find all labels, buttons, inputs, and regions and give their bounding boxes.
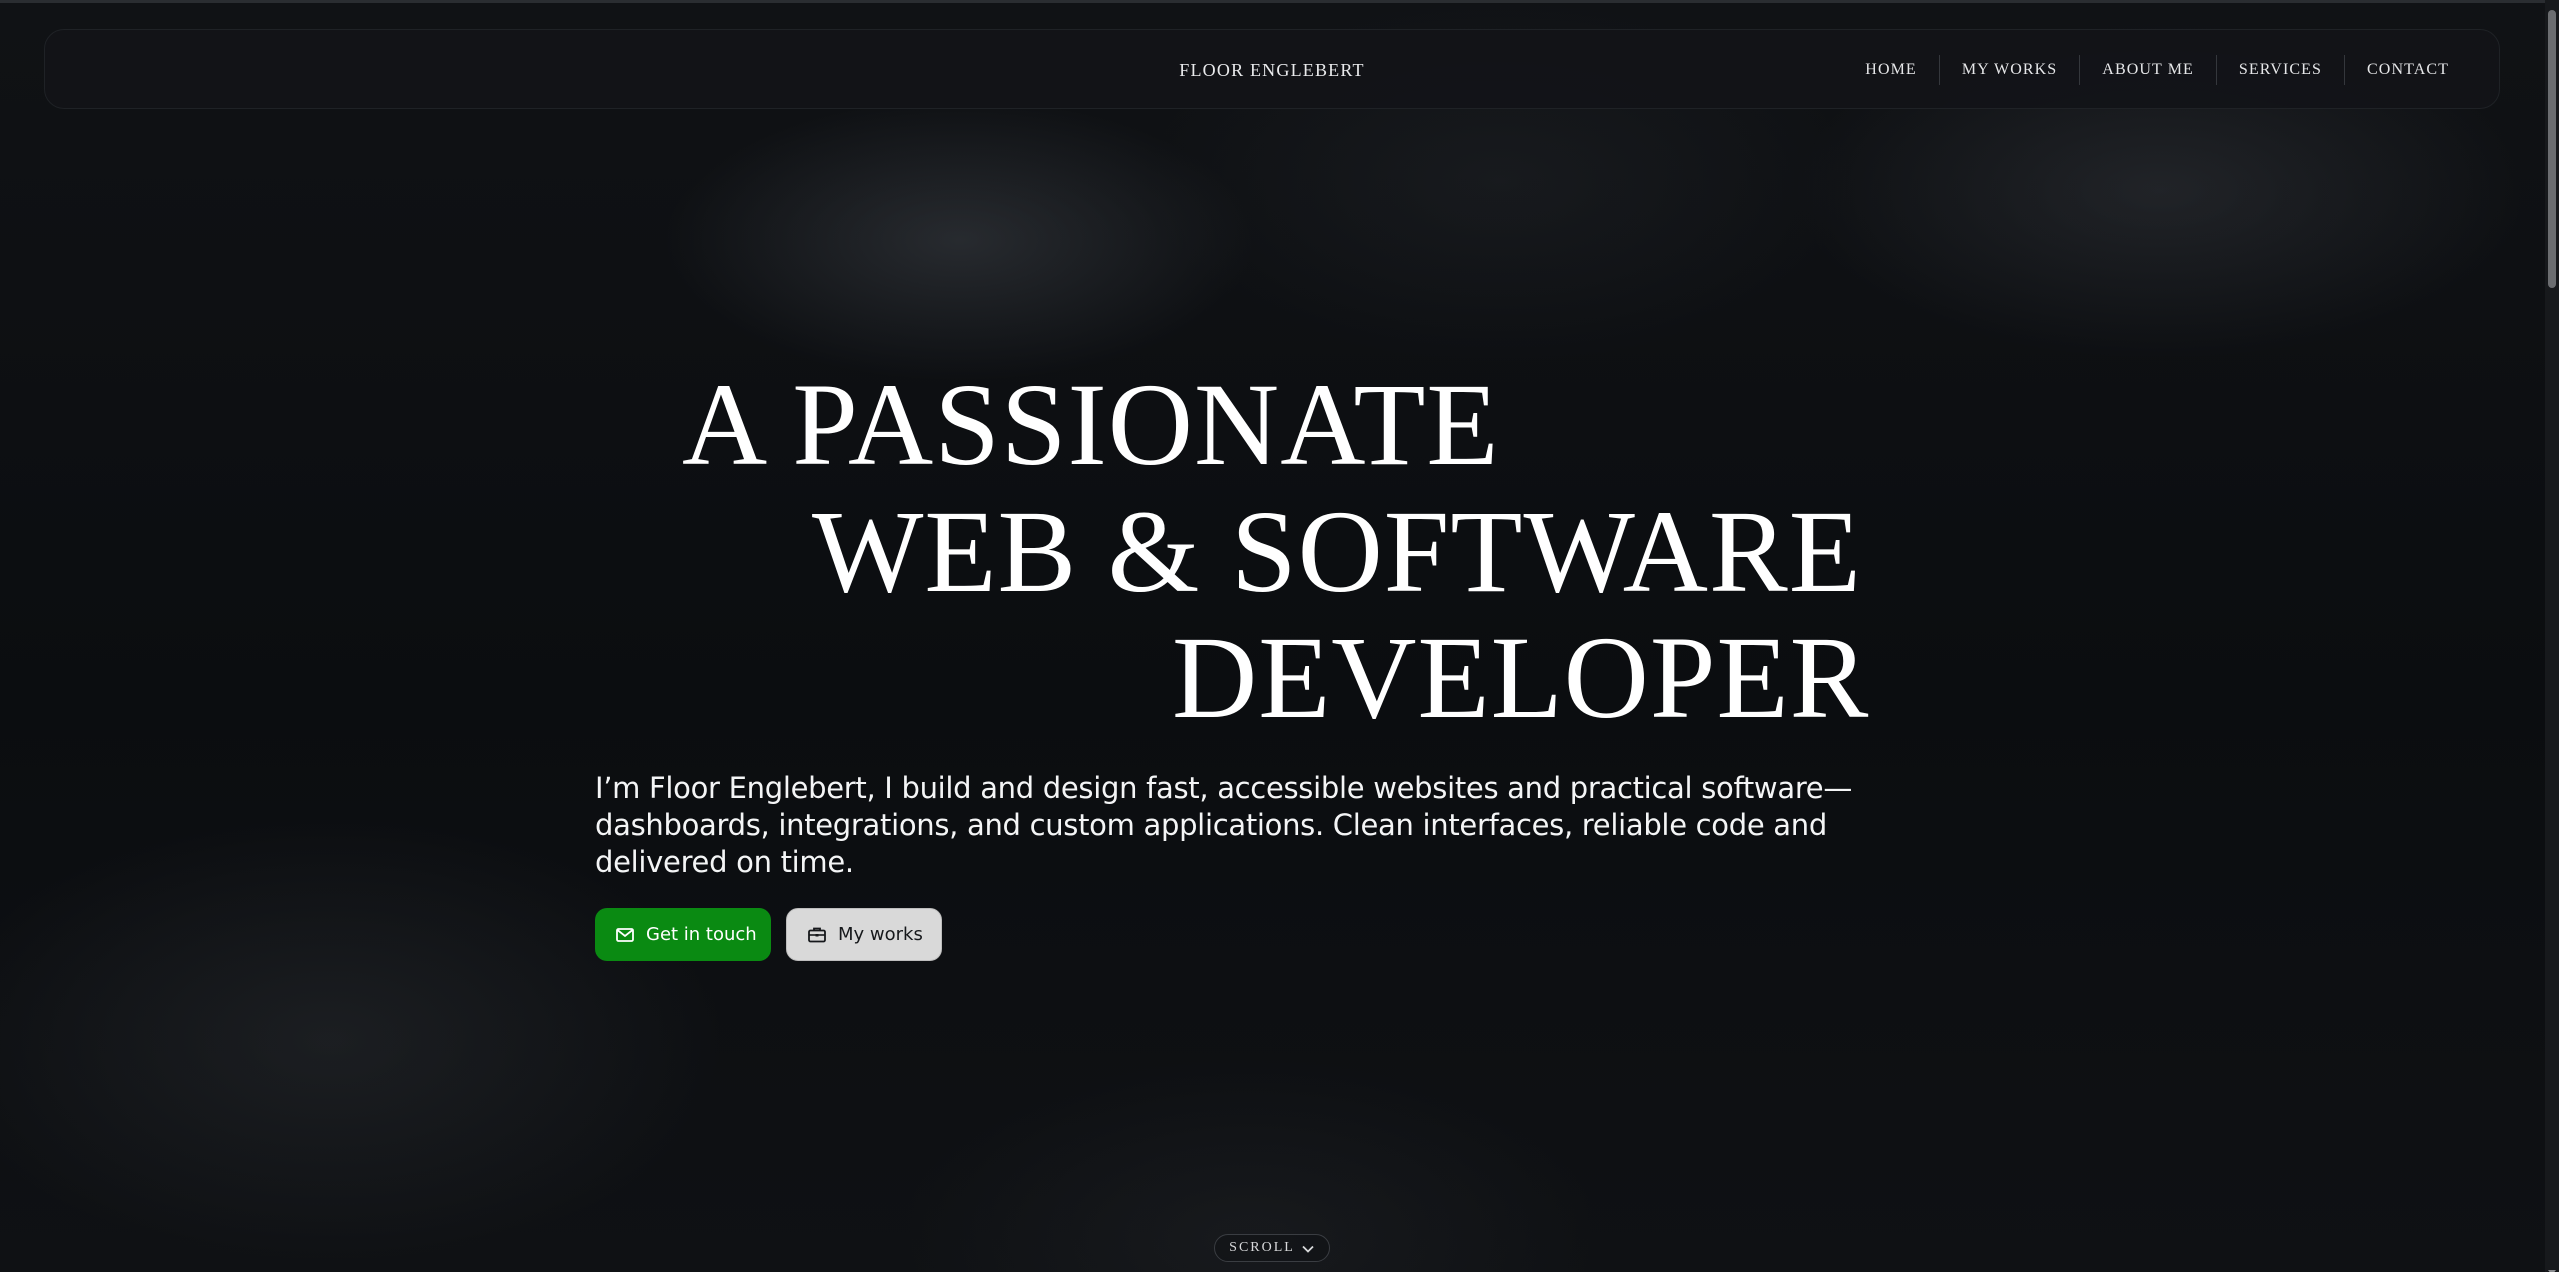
nav-link-services[interactable]: SERVICES — [2215, 55, 2344, 85]
mail-icon — [615, 925, 635, 945]
get-in-touch-label: Get in touch — [646, 924, 757, 945]
briefcase-icon — [807, 925, 827, 945]
scrollbar-thumb[interactable] — [2548, 10, 2556, 288]
hero-headline-line-2: WEB & SOFTWARE — [812, 486, 1862, 617]
nav-link-home[interactable]: HOME — [1843, 55, 1939, 85]
scroll-down-arrow-icon[interactable] — [2548, 1263, 2556, 1272]
get-in-touch-button[interactable]: Get in touch — [595, 908, 771, 961]
nav-link-contact[interactable]: CONTACT — [2344, 55, 2471, 85]
hero-headline-line-1: A PASSIONATE — [682, 359, 1500, 490]
my-works-button[interactable]: My works — [786, 908, 942, 961]
nav-link-my-works[interactable]: MY WORKS — [1938, 55, 2079, 85]
hero-intro-text: I’m Floor Englebert, I build and design … — [595, 771, 1853, 879]
scroll-label: SCROLL — [1229, 1240, 1295, 1255]
nav-link-about-me[interactable]: ABOUT ME — [2079, 55, 2216, 85]
navbar: FLOOR ENGLEBERT HOME MY WORKS ABOUT ME S… — [44, 29, 2500, 109]
scroll-hint-button[interactable]: SCROLL — [1214, 1234, 1330, 1262]
brand-name[interactable]: FLOOR ENGLEBERT — [1179, 60, 1364, 80]
scroll-up-arrow-icon[interactable] — [2548, 2, 2556, 15]
hero-headline-line-3: DEVELOPER — [1172, 612, 1870, 743]
page-scrollbar[interactable] — [2545, 0, 2559, 1272]
nav-links: HOME MY WORKS ABOUT ME SERVICES CONTACT — [1843, 30, 2471, 110]
chevron-down-icon — [1301, 1243, 1315, 1253]
my-works-label: My works — [838, 924, 923, 945]
top-edge-line — [0, 0, 2559, 3]
